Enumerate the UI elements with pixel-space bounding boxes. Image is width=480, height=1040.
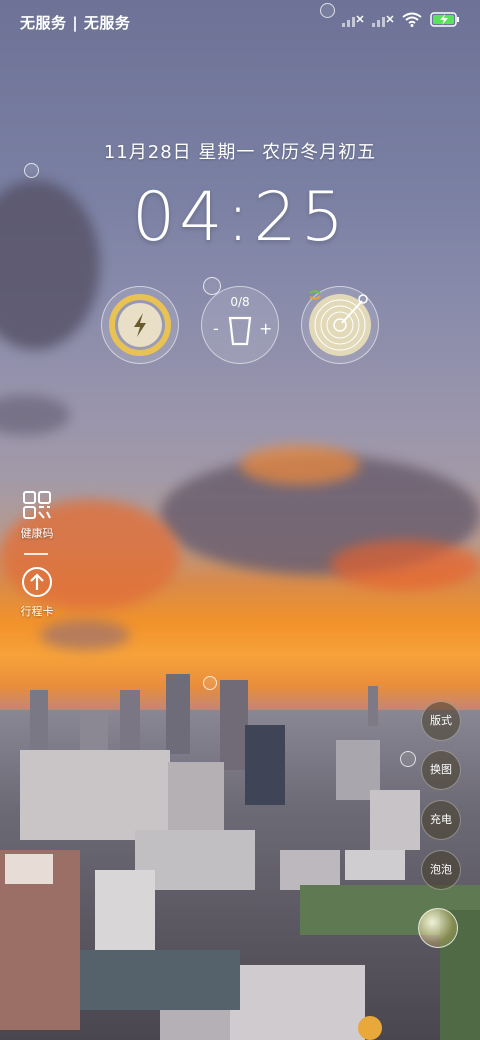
- water-plus-button[interactable]: +: [259, 319, 272, 338]
- shortcut-divider: [24, 553, 48, 555]
- lightning-icon: [109, 294, 171, 356]
- lock-screen: 无服务 | 无服务 11月28日 星期一 农历冬月初五 04:25 0/8 - …: [0, 0, 480, 1040]
- cloud: [240, 445, 360, 485]
- cloud: [330, 540, 480, 590]
- city-skyline: [0, 674, 480, 1040]
- bubble-button[interactable]: 泡泡: [421, 850, 461, 890]
- status-icons: [342, 12, 460, 27]
- qr-code-icon: [23, 491, 51, 519]
- upload-arrow-icon: [22, 567, 52, 597]
- water-count: 0/8: [230, 295, 250, 309]
- travel-card-shortcut[interactable]: 行程卡: [12, 566, 62, 619]
- cloud: [40, 620, 130, 650]
- layout-button[interactable]: 版式: [421, 701, 461, 741]
- charge-button[interactable]: 充电: [421, 800, 461, 840]
- vinyl-record-icon: [309, 290, 371, 356]
- floating-bubble: [400, 751, 416, 767]
- floating-bubble: [203, 277, 221, 295]
- water-minus-button[interactable]: -: [213, 319, 219, 338]
- travel-card-label: 行程卡: [20, 605, 54, 618]
- cloud: [0, 395, 70, 435]
- clock: 04:25: [132, 178, 348, 257]
- health-code-shortcut[interactable]: 健康码: [12, 490, 62, 541]
- music-widget[interactable]: [301, 286, 379, 364]
- water-tracker-widget[interactable]: 0/8 - +: [201, 286, 279, 364]
- signal-no-service-icon: [372, 14, 394, 27]
- carrier-text: 无服务 | 无服务: [20, 14, 131, 32]
- floating-bubble: [24, 163, 39, 178]
- charging-widget[interactable]: [101, 286, 179, 364]
- date-line: 11月28日 星期一 农历冬月初五: [103, 142, 377, 163]
- wifi-icon: [402, 12, 422, 27]
- change-wallpaper-button[interactable]: 换图: [421, 750, 461, 790]
- floating-bubble[interactable]: [418, 908, 458, 948]
- floating-bubble: [203, 676, 217, 690]
- health-code-label: 健康码: [20, 527, 54, 540]
- status-bar: 无服务 | 无服务: [0, 0, 480, 42]
- signal-no-service-icon: [342, 14, 364, 27]
- battery-charging-icon: [430, 12, 459, 27]
- floating-bubble: [320, 3, 335, 18]
- cup-icon: [228, 316, 252, 346]
